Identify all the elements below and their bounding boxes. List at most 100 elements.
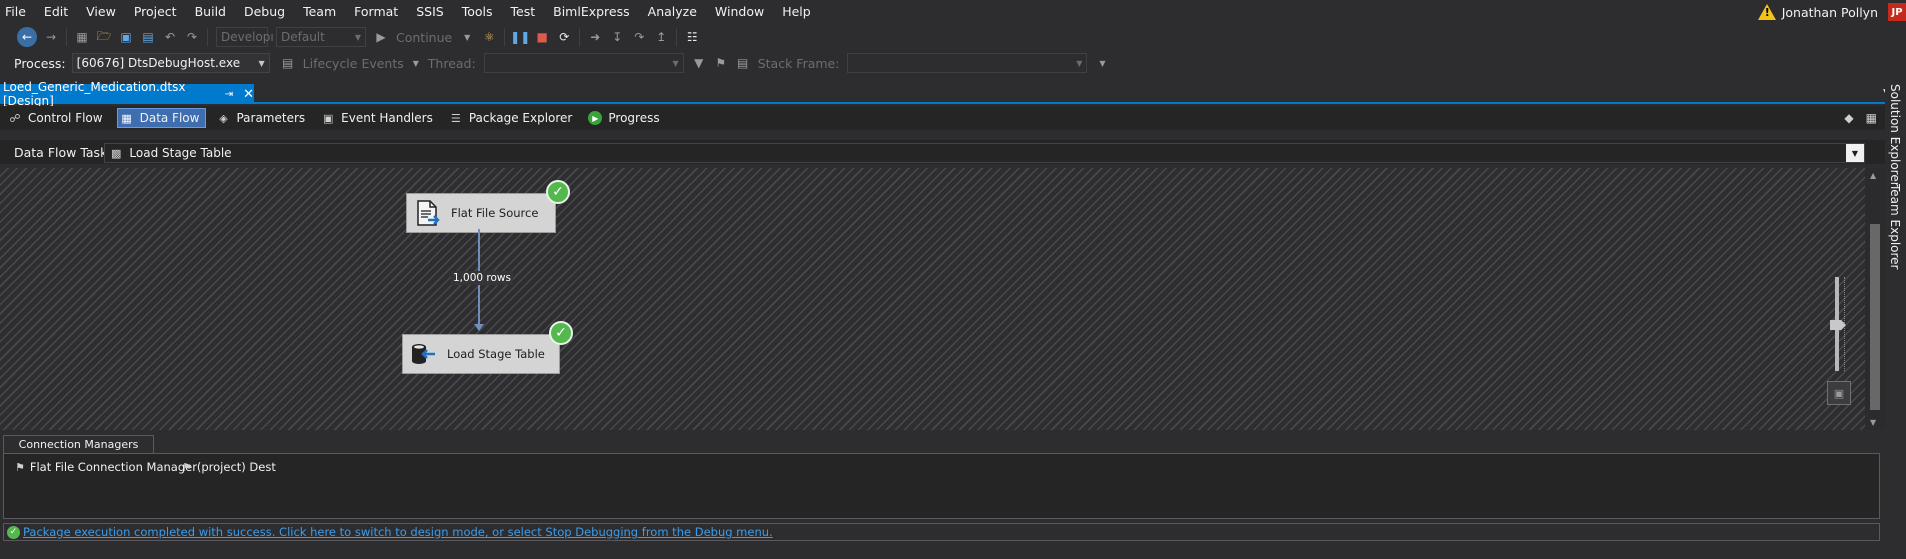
continue-button[interactable]: Continue [396,30,452,45]
menu-ssis[interactable]: SSIS [407,0,453,24]
restart-icon[interactable]: ⟳ [556,29,572,45]
designer-right-tools: ◆ ▦ [1844,111,1877,125]
navigate-back-icon[interactable]: ← [17,27,37,47]
scroll-down-icon[interactable]: ▼ [1870,418,1876,427]
process-label: Process: [14,55,66,71]
component-label: Load Stage Table [447,347,545,361]
chevron-down-icon[interactable]: ▼ [1846,144,1864,162]
toolbar-separator [579,28,581,46]
show-next-statement-icon[interactable]: ➜ [587,29,603,45]
continue-icon[interactable]: ▶ [373,29,389,45]
stop-debugging-icon[interactable]: ■ [534,29,550,45]
connection-managers-panel[interactable]: ⚑ Flat File Connection Manager ⚑ (projec… [3,453,1880,519]
team-explorer-tab[interactable]: Team Explorer [1888,184,1902,270]
menu-window[interactable]: Window [706,0,773,24]
document-tab-package[interactable]: Loed_Generic_Medication.dtsx [Design] ⇥ … [0,80,254,108]
flat-file-source-icon [413,198,443,228]
process-select[interactable]: [60676] DtsDebugHost.exe ▼ [71,53,270,73]
zoom-to-fit-icon[interactable]: ▣ [1827,381,1851,405]
connection-manager-item[interactable]: ⚑ Flat File Connection Manager [15,460,197,474]
menu-debug[interactable]: Debug [235,0,294,24]
user-name[interactable]: Jonathan Pollyn [1782,5,1878,20]
menu-project[interactable]: Project [125,0,186,24]
thread-select[interactable]: ▼ [483,53,684,73]
connection-manager-item[interactable]: ⚑ (project) Dest [182,460,276,474]
save-all-icon[interactable]: ▤ [140,29,156,45]
tab-control-flow[interactable]: ☍ Control Flow [6,108,109,128]
tab-progress[interactable]: ▶ Progress [586,108,665,128]
menu-analyze[interactable]: Analyze [639,0,706,24]
undo-icon[interactable]: ↶ [162,29,178,45]
menu-edit[interactable]: Edit [35,0,77,24]
data-flow-task-icon: ▩ [111,146,122,160]
hex-display-icon[interactable]: ☷ [684,29,700,45]
flag-threads-icon[interactable]: ⚑ [713,55,729,71]
lifecycle-events-icon[interactable]: ▤ [280,55,296,71]
stack-frame-select[interactable]: ▼ [847,53,1088,73]
menu-build[interactable]: Build [186,0,235,24]
chevron-down-icon: ▼ [672,58,679,68]
ole-db-destination-icon [409,339,439,369]
data-path-arrow [474,324,484,331]
flat-file-connection-icon: ⚑ [15,460,25,474]
variables-icon[interactable]: ◆ [1844,111,1853,125]
debug-location-toolbar: Process: [60676] DtsDebugHost.exe ▼ ▤ Lif… [0,50,1906,76]
menu-format[interactable]: Format [345,0,407,24]
new-project-icon[interactable]: ▦ [74,29,90,45]
database-connection-icon: ⚑ [182,460,192,474]
break-all-icon[interactable]: ❚❚ [510,29,530,45]
redo-icon[interactable]: ↷ [184,29,200,45]
menu-file[interactable]: File [0,0,35,24]
save-icon[interactable]: ▣ [118,29,134,45]
step-into-icon[interactable]: ↧ [609,29,625,45]
chevron-down-icon[interactable]: ▼ [408,55,424,71]
menu-team[interactable]: Team [294,0,345,24]
menu-bar: File Edit View Project Build Debug Team … [0,0,1906,24]
toolbar-separator [504,28,506,46]
filter-threads-icon[interactable]: ▼ [691,55,707,71]
toolbox-icon[interactable]: ▦ [1866,111,1877,125]
attach-process-icon[interactable]: ⚛ [481,29,497,45]
navigate-forward-icon[interactable]: → [43,29,59,45]
switch-to-design-mode-link[interactable]: Package execution completed with success… [23,525,773,539]
data-flow-canvas[interactable] [0,168,1865,430]
connection-managers-tab[interactable]: Connection Managers [3,435,154,453]
open-folder-icon[interactable]: 🗁 [96,29,112,45]
data-flow-task-row: Data Flow Task: ▩ Load Stage Table ▼ [0,140,1885,164]
flat-file-source-component[interactable]: Flat File Source [406,193,556,233]
control-flow-icon: ☍ [9,111,21,125]
package-explorer-icon: ☰ [450,111,461,125]
account-area[interactable]: ! Jonathan Pollyn JP [1757,0,1906,24]
scrollbar-thumb[interactable] [1870,224,1880,410]
chevron-down-icon[interactable]: ▼ [459,29,475,45]
avatar[interactable]: JP [1888,3,1906,21]
thread-label: Thread: [427,55,476,71]
solution-explorer-tab[interactable]: Solution Explorer [1888,84,1902,187]
data-flow-task-select[interactable]: ▩ Load Stage Table ▼ [104,143,1865,163]
close-icon[interactable]: ✕ [243,87,254,102]
solution-platform-select[interactable]: Default ▼ [276,27,366,47]
solution-configuration-select[interactable]: Developı▼ [216,27,284,47]
chevron-down-icon: ▼ [354,32,361,42]
success-check-icon: ✓ [549,321,573,345]
menu-test[interactable]: Test [502,0,545,24]
step-out-icon[interactable]: ↥ [653,29,669,45]
menu-help[interactable]: Help [773,0,820,24]
scroll-up-icon[interactable]: ▲ [1870,171,1876,180]
success-check-icon: ✓ [546,180,570,204]
step-over-icon[interactable]: ↷ [631,29,647,45]
warning-icon[interactable]: ! [1757,4,1776,20]
tab-parameters[interactable]: ◈ Parameters [214,108,311,128]
menu-view[interactable]: View [77,0,125,24]
lifecycle-events-button[interactable]: Lifecycle Events [303,56,404,71]
canvas-vertical-scrollbar[interactable]: ▲ ▼ [1865,168,1885,430]
pin-icon[interactable]: ⇥ [225,89,233,100]
tab-event-handlers[interactable]: ▣ Event Handlers [319,108,439,128]
event-handlers-icon: ▣ [322,111,334,125]
tab-package-explorer[interactable]: ☰ Package Explorer [447,108,579,128]
tab-data-flow[interactable]: ▦ Data Flow [116,108,207,128]
toolbar-options-icon[interactable]: ▼ [1094,55,1110,71]
load-stage-table-component[interactable]: Load Stage Table [402,334,560,374]
menu-bimlexpress[interactable]: BimlExpress [544,0,639,24]
menu-tools[interactable]: Tools [453,0,502,24]
